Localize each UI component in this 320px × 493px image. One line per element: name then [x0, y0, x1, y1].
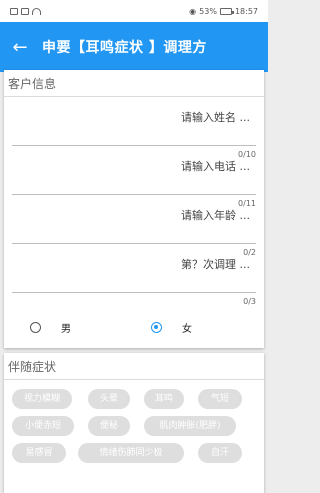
chip-tinnitus[interactable]: 耳鸣	[144, 389, 184, 409]
status-time: 18:57	[234, 6, 258, 16]
signal-icon	[21, 7, 29, 15]
name-input[interactable]: 请输入姓名 ...	[181, 109, 250, 125]
battery-icon	[219, 7, 234, 15]
male-option[interactable]: 男	[30, 320, 71, 335]
chip-blurred-vision[interactable]: 视力模糊	[12, 389, 72, 409]
session-count: 0/3	[243, 297, 256, 306]
female-label: 女	[182, 323, 192, 335]
name-field[interactable]: 请输入姓名 ... 0/10	[12, 97, 256, 159]
phone-input[interactable]: 请输入电话 ...	[181, 158, 250, 174]
chip-dizziness[interactable]: 头晕	[88, 389, 130, 409]
symptoms-title: 伴随症状	[4, 353, 264, 380]
page-title: 申要【耳鸣症状 】调理方	[42, 40, 207, 56]
status-bar: ◉ 53% 18:57	[0, 0, 268, 22]
chip-emotion-lung[interactable]: 情绪伤肺同少极	[78, 443, 184, 463]
sim-icon	[10, 7, 18, 15]
app-bar: ← 申要【耳鸣症状 】调理方	[0, 22, 268, 72]
gender-row: 男 女	[4, 316, 264, 338]
chip-short-urination[interactable]: 小便赤短	[12, 416, 74, 436]
status-left	[10, 7, 41, 15]
phone-field[interactable]: 请输入电话 ... 0/11	[12, 146, 256, 208]
symptoms-card: 伴随症状 视力模糊 头晕 耳鸣 气短 小便赤短 便秘 肌肉肿胀(肥胖) 易感冒 …	[4, 353, 264, 493]
back-arrow-icon: ←	[12, 36, 28, 58]
session-input[interactable]: 第？次调理 ...	[181, 256, 250, 272]
back-button[interactable]: ←	[0, 22, 40, 72]
chip-muscle-swelling[interactable]: 肌肉肿胀(肥胖)	[144, 416, 236, 436]
battery-percent: 53%	[199, 6, 217, 16]
female-option[interactable]: 女	[151, 320, 192, 335]
customer-info-card: 客户信息 请输入姓名 ... 0/10 请输入电话 ... 0/11 请输入年龄…	[4, 70, 264, 348]
male-radio[interactable]	[30, 321, 41, 333]
female-radio[interactable]	[151, 321, 162, 333]
chip-constipation[interactable]: 便秘	[88, 416, 130, 436]
wifi-icon	[32, 7, 41, 15]
eye-comfort-icon: ◉	[189, 6, 197, 16]
chip-spontaneous-sweat[interactable]: 自汗	[198, 443, 242, 463]
age-field[interactable]: 请输入年龄 ... 0/2	[12, 195, 256, 257]
chip-catch-cold[interactable]: 易感冒	[12, 443, 66, 463]
customer-info-title: 客户信息	[4, 70, 264, 97]
male-label: 男	[61, 323, 71, 335]
session-field[interactable]: 第？次调理 ... 0/3	[12, 244, 256, 306]
status-right: ◉ 53% 18:57	[189, 7, 258, 16]
age-input[interactable]: 请输入年龄 ...	[181, 207, 250, 223]
chip-shortness-breath[interactable]: 气短	[198, 389, 242, 409]
